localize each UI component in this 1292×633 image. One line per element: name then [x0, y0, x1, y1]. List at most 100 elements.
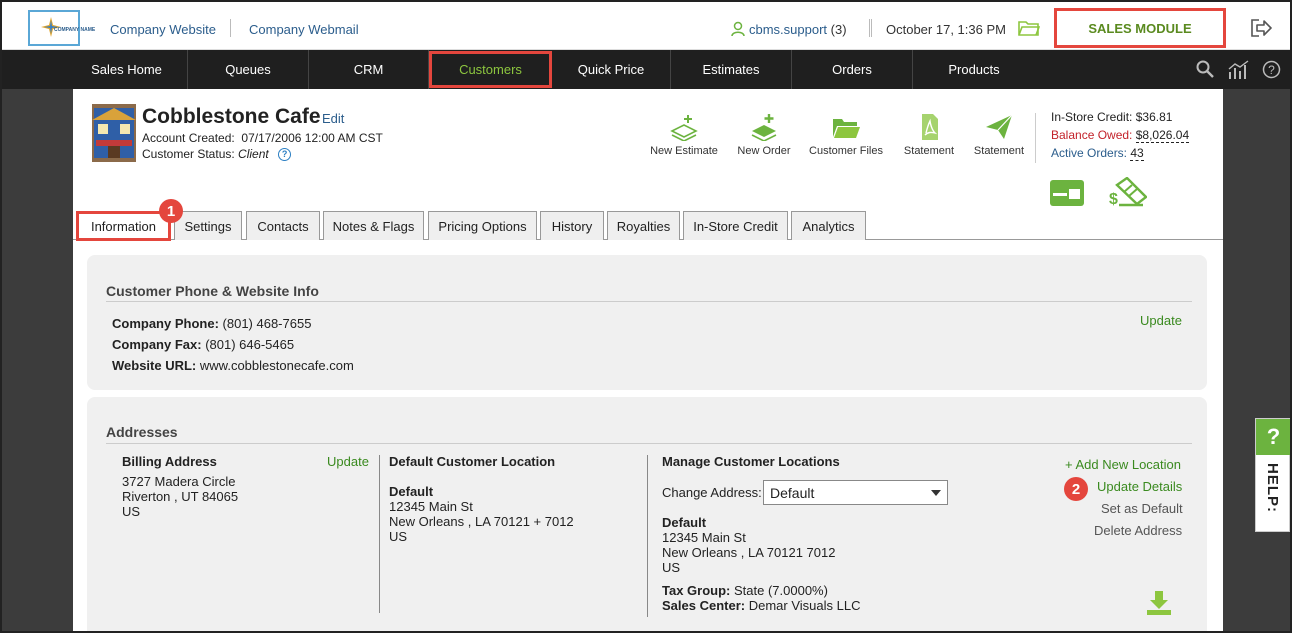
credit-card-icon[interactable] — [1049, 179, 1085, 207]
user-menu[interactable]: cbms.support (3) — [749, 22, 847, 37]
nav-quick-price[interactable]: Quick Price — [552, 50, 671, 89]
logout-icon[interactable] — [1250, 18, 1272, 38]
manage-location-line-2: New Orleans , LA 70121 7012 — [662, 545, 836, 560]
notification-count: (3) — [830, 22, 847, 37]
nav-products[interactable]: Products — [913, 50, 1035, 89]
new-estimate-label: New Estimate — [650, 145, 718, 157]
app-window: COMPANY NAME Company Website Company Web… — [0, 0, 1292, 633]
company-logo[interactable]: COMPANY NAME — [28, 10, 95, 46]
change-address-selected: Default — [770, 485, 815, 501]
tab-contacts[interactable]: Contacts — [246, 211, 320, 240]
update-details-link[interactable]: Update Details — [1097, 479, 1182, 494]
nav-sales-home[interactable]: Sales Home — [66, 50, 188, 89]
update-billing-link[interactable]: Update — [327, 454, 369, 469]
nav-crm[interactable]: CRM — [309, 50, 429, 89]
help-icon[interactable]: ? — [1262, 60, 1281, 79]
billing-line-2: Riverton , UT 84065 — [122, 489, 239, 504]
update-phone-link[interactable]: Update — [1140, 313, 1182, 328]
divider — [1035, 113, 1036, 163]
customer-tabs: Information Settings Contacts Notes & Fl… — [73, 211, 1223, 241]
delete-address-link[interactable]: Delete Address — [1094, 523, 1182, 538]
top-bar: COMPANY NAME Company Website Company Web… — [2, 2, 1290, 50]
sales-center: Sales Center: Demar Visuals LLC — [662, 598, 860, 613]
manage-locations-title: Manage Customer Locations — [662, 454, 840, 469]
account-created-value: 07/17/2006 12:00 AM CST — [241, 131, 383, 145]
company-webmail-link[interactable]: Company Webmail — [249, 22, 359, 37]
divider — [647, 455, 648, 617]
nav-customers[interactable]: Customers — [429, 51, 552, 88]
step-badge-1: 1 — [159, 199, 183, 223]
sales-center-label: Sales Center: — [662, 598, 746, 613]
analytics-icon[interactable] — [1228, 60, 1250, 80]
divider — [106, 443, 1192, 444]
help-side-tab[interactable]: ? HELP: — [1255, 418, 1290, 532]
help-question-icon: ? — [1256, 419, 1290, 455]
company-fax-label: Company Fax: — [112, 337, 202, 352]
send-statement-button[interactable]: Statement — [969, 113, 1029, 157]
addresses-section: Addresses Billing Address Update 3727 Ma… — [87, 397, 1207, 631]
tax-group: Tax Group: State (7.0000%) — [662, 583, 828, 598]
company-phone-value: (801) 468-7655 — [222, 316, 312, 331]
statement-pdf-label: Statement — [903, 145, 955, 157]
tab-information[interactable]: Information — [76, 211, 171, 241]
addresses-title: Addresses — [106, 424, 178, 440]
in-store-credit: In-Store Credit: $36.81 — [1051, 110, 1172, 124]
nav-orders[interactable]: Orders — [792, 50, 913, 89]
edit-customer-link[interactable]: Edit — [322, 111, 344, 126]
tab-pricing-options[interactable]: Pricing Options — [428, 211, 537, 240]
svg-text:?: ? — [1268, 63, 1275, 77]
in-store-credit-label: In-Store Credit: — [1051, 110, 1133, 124]
nav-estimates[interactable]: Estimates — [671, 50, 792, 89]
send-statement-label: Statement — [973, 145, 1025, 157]
company-fax: Company Fax: (801) 646-5465 — [112, 337, 294, 352]
search-icon[interactable] — [1196, 60, 1214, 78]
tax-group-label: Tax Group: — [662, 583, 731, 598]
phone-section-title: Customer Phone & Website Info — [106, 283, 319, 299]
sales-module-button[interactable]: SALES MODULE — [1054, 8, 1226, 48]
new-order-label: New Order — [737, 145, 791, 157]
change-address-select[interactable]: Default — [763, 480, 948, 505]
new-order-button[interactable]: New Order — [733, 113, 795, 157]
billing-line-1: 3727 Madera Circle — [122, 474, 236, 489]
manage-location-line-3: US — [662, 560, 681, 575]
tab-settings[interactable]: Settings — [174, 211, 242, 240]
default-location-line-2: New Orleans , LA 70121 + 7012 — [389, 514, 574, 529]
company-phone: Company Phone: (801) 468-7655 — [112, 316, 311, 331]
company-fax-value: (801) 646-5465 — [205, 337, 295, 352]
question-icon[interactable]: ? — [278, 148, 292, 162]
payment-icon[interactable]: $ — [1107, 177, 1147, 207]
in-store-credit-value: $36.81 — [1135, 110, 1173, 124]
tab-notes-flags[interactable]: Notes & Flags — [323, 211, 424, 240]
customer-files-button[interactable]: Customer Files — [806, 113, 886, 157]
billing-line-3: US — [122, 504, 141, 519]
customer-page: Cobblestone Cafe Edit Account Created: 0… — [73, 89, 1223, 631]
statement-pdf-button[interactable]: Statement — [899, 113, 959, 157]
current-datetime: October 17, 1:36 PM — [886, 22, 1006, 37]
folder-icon[interactable] — [1018, 19, 1040, 37]
phone-website-section: Customer Phone & Website Info Company Ph… — [87, 255, 1207, 390]
nav-queues[interactable]: Queues — [188, 50, 309, 89]
default-location-line-1: 12345 Main St — [389, 499, 473, 514]
download-icon[interactable] — [1145, 589, 1173, 617]
customer-status-label: Customer Status: — [142, 147, 235, 161]
customer-status: Customer Status: Client ? — [142, 147, 292, 162]
balance-owed-label: Balance Owed: — [1051, 128, 1133, 142]
logo-text: COMPANY NAME — [54, 27, 96, 33]
tab-analytics[interactable]: Analytics — [791, 211, 866, 240]
add-location-link[interactable]: + Add New Location — [1065, 457, 1181, 472]
new-estimate-button[interactable]: New Estimate — [646, 113, 722, 157]
tab-history[interactable]: History — [540, 211, 604, 240]
active-orders-value[interactable]: 43 — [1130, 146, 1144, 161]
manage-location-name: Default — [662, 515, 707, 530]
tab-royalties[interactable]: Royalties — [607, 211, 680, 240]
help-label: HELP: — [1264, 463, 1281, 513]
tab-in-store-credit[interactable]: In-Store Credit — [683, 211, 788, 240]
website-url-value[interactable]: www.cobblestonecafe.com — [200, 358, 354, 373]
divider — [230, 19, 231, 37]
set-default-link[interactable]: Set as Default — [1101, 501, 1183, 516]
username: cbms.support — [749, 22, 828, 37]
svg-text:$: $ — [1109, 191, 1118, 207]
sales-center-value: Demar Visuals LLC — [748, 598, 861, 613]
company-website-link[interactable]: Company Website — [110, 22, 216, 37]
balance-owed-value[interactable]: $8,026.04 — [1135, 128, 1190, 143]
